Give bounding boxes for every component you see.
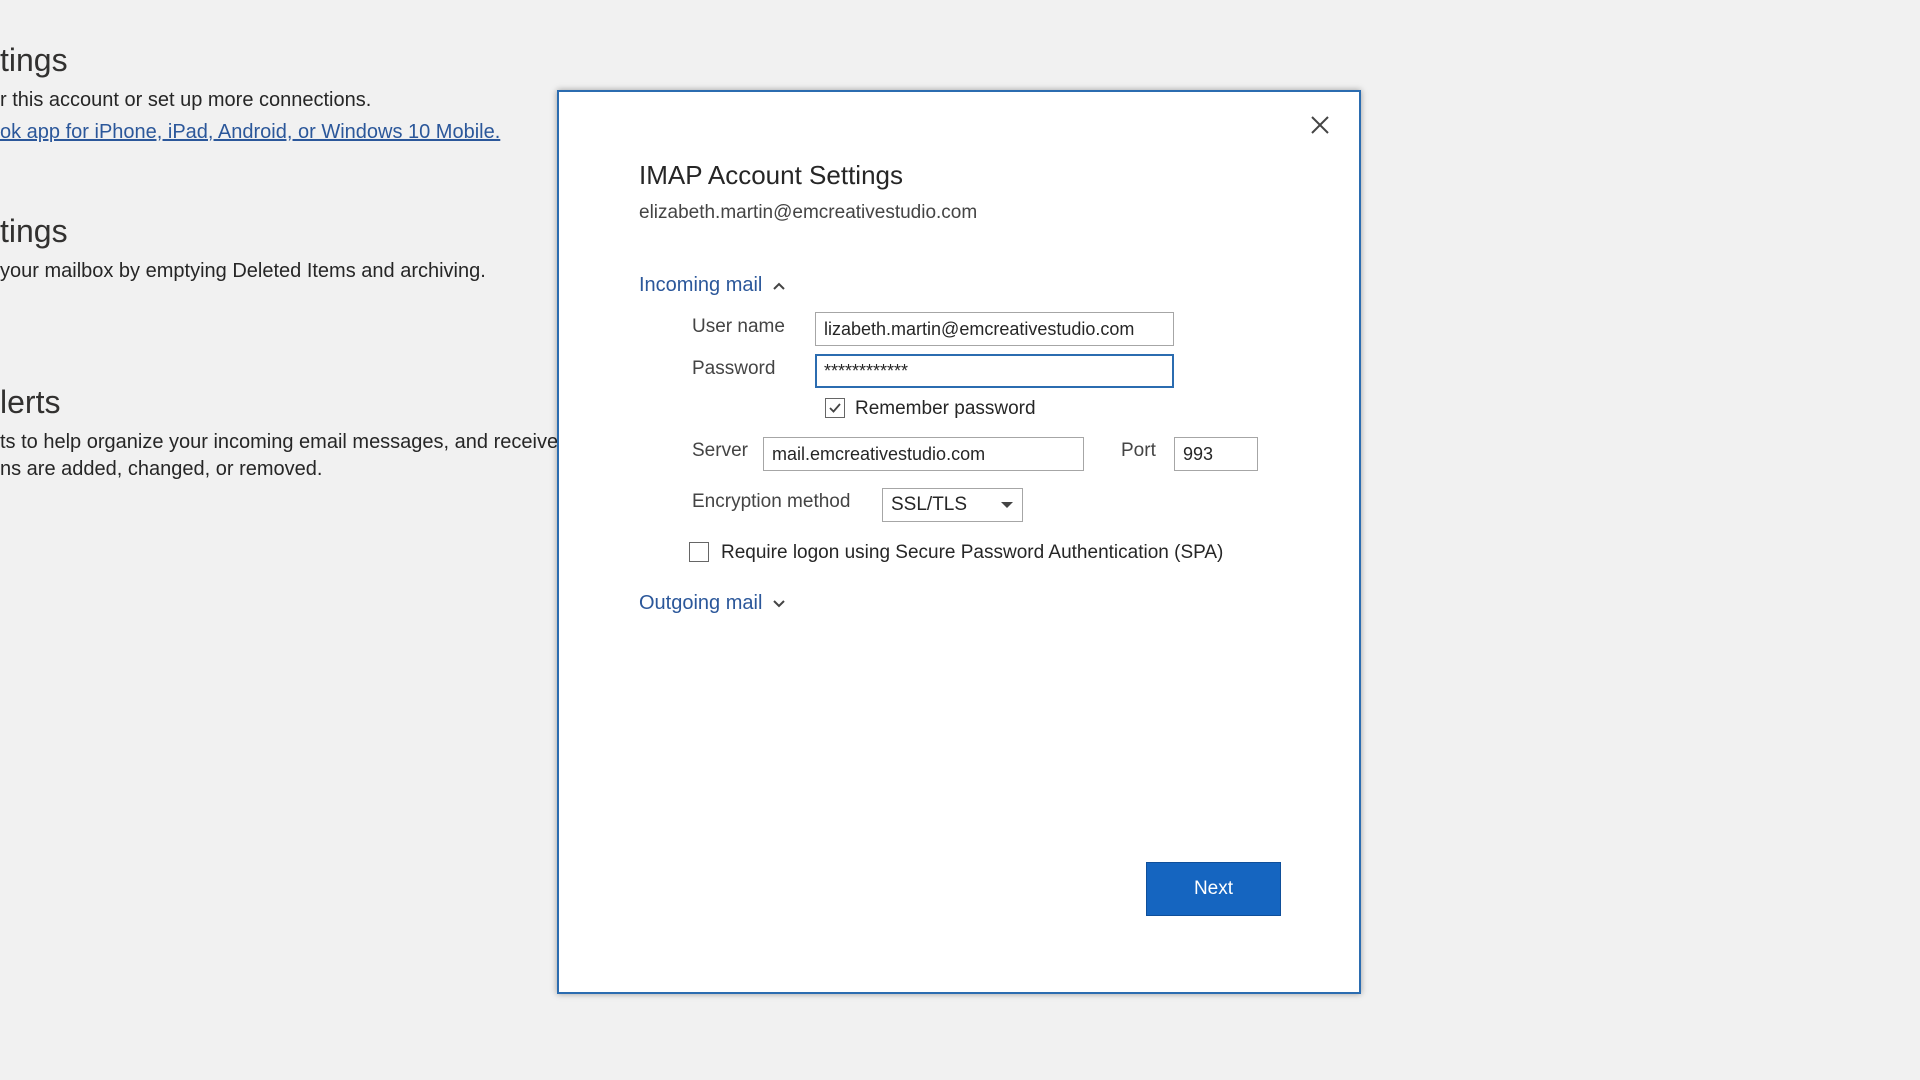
incoming-mail-toggle[interactable]: Incoming mail bbox=[639, 274, 786, 297]
spa-label[interactable]: Require logon using Secure Password Auth… bbox=[721, 542, 1223, 564]
username-input[interactable] bbox=[815, 312, 1174, 346]
encryption-method-value: SSL/TLS bbox=[891, 494, 968, 515]
dialog-title: IMAP Account Settings bbox=[639, 160, 903, 190]
close-button[interactable] bbox=[1303, 108, 1337, 142]
password-label: Password bbox=[692, 358, 776, 379]
rules-alerts-description-line1: ts to help organize your incoming email … bbox=[0, 431, 559, 453]
rules-alerts-description-line2: ns are added, changed, or removed. bbox=[0, 458, 323, 480]
port-label: Port bbox=[1121, 440, 1156, 461]
encryption-method-label: Encryption method bbox=[692, 491, 851, 512]
chevron-down-icon bbox=[773, 599, 786, 607]
mobile-app-link[interactable]: ok app for iPhone, iPad, Android, or Win… bbox=[0, 121, 500, 143]
server-input[interactable] bbox=[763, 437, 1084, 471]
mailbox-settings-heading: tings bbox=[0, 213, 68, 249]
chevron-up-icon bbox=[773, 282, 786, 290]
rules-alerts-heading: lerts bbox=[0, 384, 61, 420]
server-label: Server bbox=[692, 440, 748, 461]
account-email: elizabeth.martin@emcreativestudio.com bbox=[639, 202, 978, 223]
next-button[interactable]: Next bbox=[1146, 862, 1281, 916]
remember-password-checkbox[interactable] bbox=[825, 398, 845, 418]
account-settings-heading: tings bbox=[0, 42, 68, 78]
dropdown-arrow-icon bbox=[1001, 502, 1013, 508]
port-input[interactable] bbox=[1174, 437, 1258, 471]
close-icon bbox=[1311, 116, 1329, 134]
incoming-mail-label: Incoming mail bbox=[639, 274, 763, 296]
password-input[interactable] bbox=[815, 354, 1174, 388]
outgoing-mail-toggle[interactable]: Outgoing mail bbox=[639, 592, 786, 615]
outgoing-mail-label: Outgoing mail bbox=[639, 592, 763, 614]
username-label: User name bbox=[692, 316, 785, 337]
mailbox-settings-description: your mailbox by emptying Deleted Items a… bbox=[0, 260, 486, 282]
account-settings-description: r this account or set up more connection… bbox=[0, 89, 372, 111]
encryption-method-select[interactable]: SSL/TLS bbox=[882, 488, 1023, 522]
imap-account-settings-dialog: IMAP Account Settings elizabeth.martin@e… bbox=[557, 90, 1361, 994]
checkmark-icon bbox=[829, 403, 841, 413]
spa-checkbox[interactable] bbox=[689, 542, 709, 562]
mobile-app-link-line: ok app for iPhone, iPad, Android, or Win… bbox=[0, 121, 500, 144]
remember-password-label[interactable]: Remember password bbox=[855, 398, 1036, 420]
